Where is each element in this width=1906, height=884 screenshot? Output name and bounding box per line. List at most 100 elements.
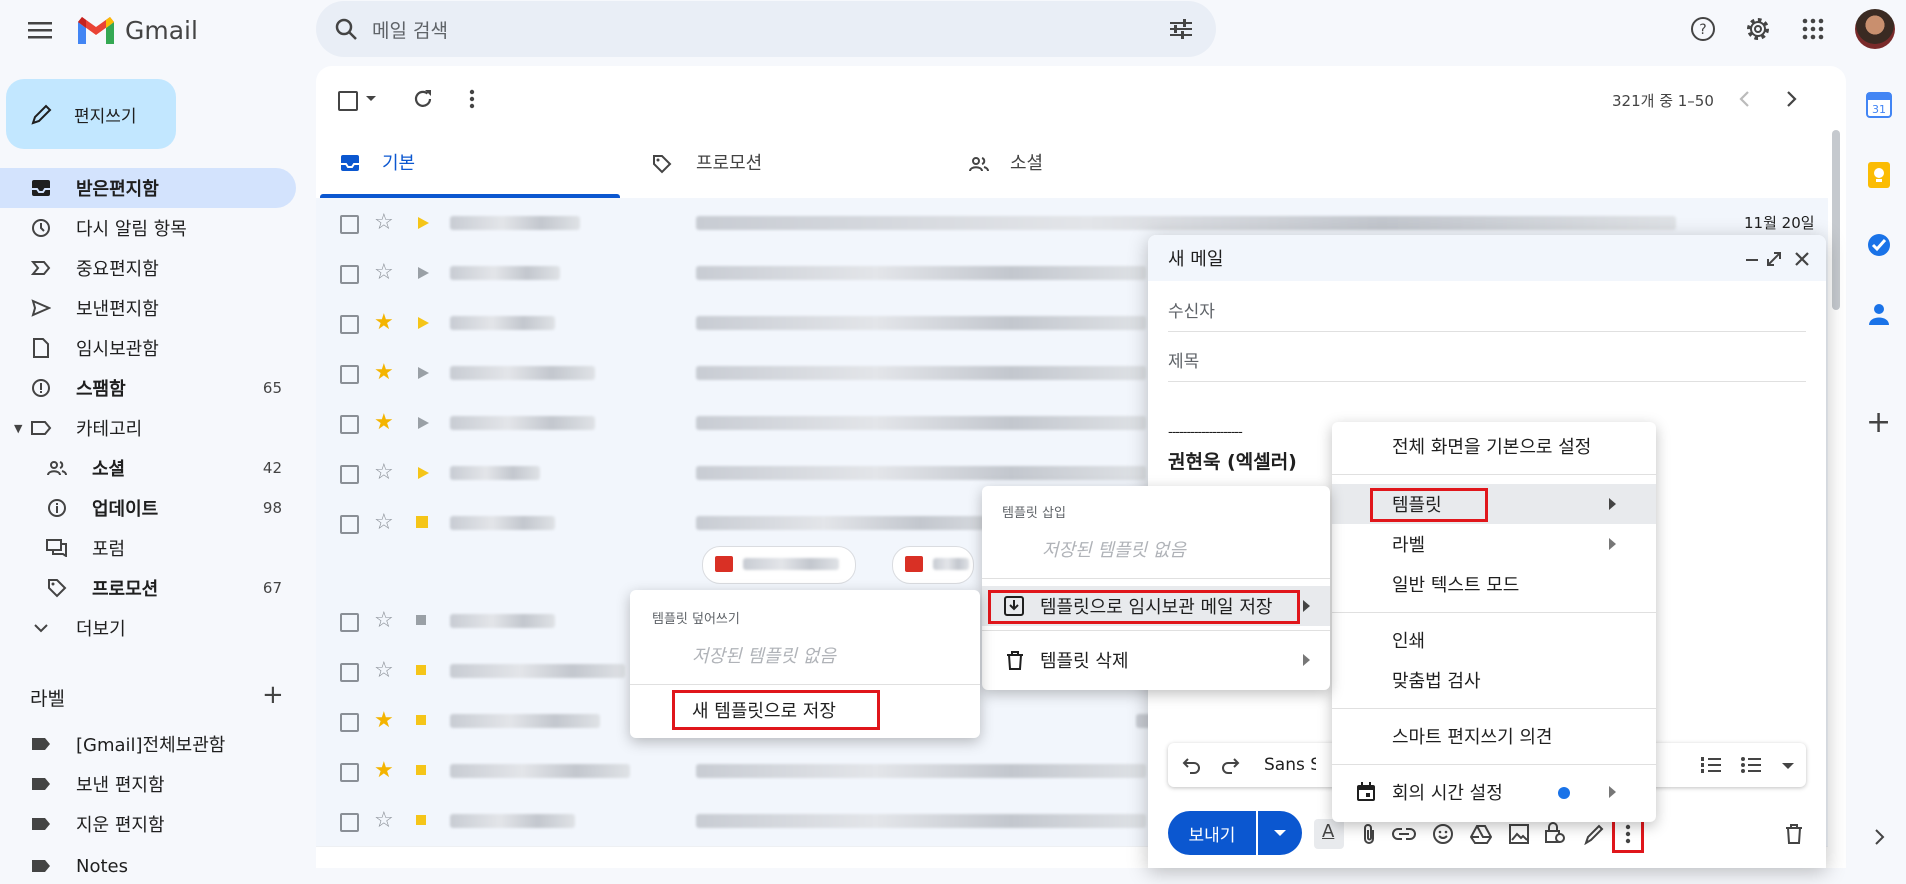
row-checkbox[interactable] (340, 713, 359, 732)
star-icon[interactable]: ★ (374, 760, 394, 782)
compose-header[interactable]: 새 메일 (1148, 235, 1826, 281)
nav-inbox[interactable]: 받은편지함 (0, 168, 296, 208)
star-icon[interactable]: ☆ (374, 810, 394, 832)
drive-icon[interactable] (1470, 823, 1492, 845)
tab-promotions[interactable]: 프로모션 (630, 132, 934, 198)
formatting-toggle-icon[interactable]: A (1314, 819, 1344, 849)
tab-social[interactable]: 소셜 (944, 132, 1248, 198)
select-all-checkbox[interactable] (338, 91, 358, 111)
nav-social[interactable]: 소셜 42 (0, 448, 296, 488)
menu-item-spellcheck[interactable]: 맞춤법 검사 (1332, 660, 1656, 700)
important-marker-icon[interactable] (418, 267, 429, 279)
menu-item-print[interactable]: 인쇄 (1332, 620, 1656, 660)
list-scrollbar[interactable] (1832, 130, 1840, 310)
star-icon[interactable]: ★ (374, 312, 394, 334)
row-checkbox[interactable] (340, 215, 359, 234)
confidential-mode-icon[interactable] (1544, 821, 1566, 845)
search-input[interactable]: 메일 검색 (372, 16, 448, 43)
important-marker-icon[interactable] (418, 317, 429, 329)
star-icon[interactable]: ★ (374, 412, 394, 434)
apps-grid-icon[interactable] (1793, 9, 1833, 49)
star-icon[interactable]: ★ (374, 362, 394, 384)
row-checkbox[interactable] (340, 265, 359, 284)
row-checkbox[interactable] (340, 813, 359, 832)
redo-icon[interactable] (1220, 756, 1240, 774)
menu-item-delete-template[interactable]: 템플릿 삭제 (982, 640, 1330, 680)
nav-categories[interactable]: ▼ 카테고리 (0, 408, 296, 448)
label-item[interactable]: Notes (0, 848, 296, 884)
settings-gear-icon[interactable] (1738, 9, 1778, 49)
nav-more[interactable]: 더보기 (0, 608, 296, 648)
minimize-icon[interactable] (1746, 259, 1758, 261)
menu-item-smart-compose-feedback[interactable]: 스마트 편지쓰기 의견 (1332, 716, 1656, 756)
star-icon[interactable]: ☆ (374, 262, 394, 284)
row-checkbox[interactable] (340, 465, 359, 484)
nav-promotions[interactable]: 프로모션 67 (0, 568, 296, 608)
important-marker-icon[interactable] (418, 217, 429, 229)
search-bar[interactable]: 메일 검색 (316, 1, 1216, 57)
attach-icon[interactable] (1362, 823, 1376, 845)
contacts-icon[interactable] (1868, 302, 1890, 326)
row-checkbox[interactable] (340, 315, 359, 334)
recipients-field[interactable]: 수신자 (1168, 287, 1806, 332)
star-icon[interactable]: ☆ (374, 610, 394, 632)
keep-icon[interactable] (1868, 162, 1890, 188)
attachment-chip[interactable] (702, 546, 856, 584)
bulleted-list-icon[interactable] (1740, 755, 1762, 775)
send-button[interactable]: 보내기 (1168, 811, 1256, 855)
nav-drafts[interactable]: 임시보관함 (0, 328, 296, 368)
send-options-button[interactable] (1258, 811, 1302, 855)
help-icon[interactable]: ? (1683, 9, 1723, 49)
row-checkbox[interactable] (340, 365, 359, 384)
refresh-icon[interactable] (412, 88, 434, 110)
calendar-icon[interactable]: 31 (1866, 92, 1892, 118)
photo-icon[interactable] (1508, 823, 1530, 845)
expand-icon[interactable] (1766, 251, 1782, 267)
tasks-icon[interactable] (1866, 232, 1892, 258)
nav-forums[interactable]: 포럼 (0, 528, 296, 568)
menu-item-plain-text[interactable]: 일반 텍스트 모드 (1332, 564, 1656, 604)
next-page-icon[interactable] (1786, 90, 1798, 108)
main-menu-icon[interactable] (18, 10, 62, 50)
row-checkbox[interactable] (340, 415, 359, 434)
important-marker-icon[interactable] (418, 367, 429, 379)
nav-sent[interactable]: 보낸편지함 (0, 288, 296, 328)
account-avatar[interactable] (1855, 9, 1895, 49)
menu-item-fullscreen-default[interactable]: 전체 화면을 기본으로 설정 (1332, 426, 1656, 466)
row-checkbox[interactable] (340, 515, 359, 534)
row-checkbox[interactable] (340, 763, 359, 782)
important-marker-icon[interactable] (418, 417, 429, 429)
label-item[interactable]: [Gmail]전체보관함 (0, 726, 296, 762)
font-selector[interactable]: Sans Serif (1264, 755, 1316, 775)
signature-pen-icon[interactable] (1584, 823, 1604, 845)
add-addon-icon[interactable]: + (1866, 408, 1891, 438)
star-icon[interactable]: ☆ (374, 462, 394, 484)
important-marker-icon[interactable] (418, 467, 429, 479)
close-icon[interactable] (1794, 251, 1810, 267)
search-icon[interactable] (334, 17, 358, 41)
add-label-icon[interactable]: + (262, 682, 284, 708)
menu-item-meeting-time[interactable]: 회의 시간 설정 (1332, 772, 1656, 812)
nav-snoozed[interactable]: 다시 알림 항목 (0, 208, 296, 248)
gmail-logo[interactable]: Gmail (75, 14, 198, 46)
search-options-icon[interactable] (1168, 18, 1194, 40)
more-formatting-icon[interactable] (1782, 763, 1794, 769)
star-icon[interactable]: ☆ (374, 212, 394, 234)
nav-updates[interactable]: 업데이트 98 (0, 488, 296, 528)
star-icon[interactable]: ☆ (374, 660, 394, 682)
tab-primary[interactable]: 기본 (316, 132, 620, 198)
attachment-chip[interactable] (892, 546, 974, 584)
nav-spam[interactable]: 스팸함 65 (0, 368, 296, 408)
subject-field[interactable]: 제목 (1168, 337, 1806, 382)
numbered-list-icon[interactable] (1700, 755, 1722, 775)
link-icon[interactable] (1392, 827, 1416, 841)
select-dropdown-icon[interactable] (366, 96, 376, 101)
label-item[interactable]: 지운 편지함 (0, 806, 296, 842)
caret-down-icon[interactable]: ▼ (14, 422, 22, 435)
row-checkbox[interactable] (340, 663, 359, 682)
undo-icon[interactable] (1182, 756, 1202, 774)
compose-button[interactable]: 편지쓰기 (6, 79, 176, 149)
discard-trash-icon[interactable] (1785, 823, 1803, 845)
label-item[interactable]: 보낸 편지함 (0, 766, 296, 802)
star-icon[interactable]: ☆ (374, 512, 394, 534)
